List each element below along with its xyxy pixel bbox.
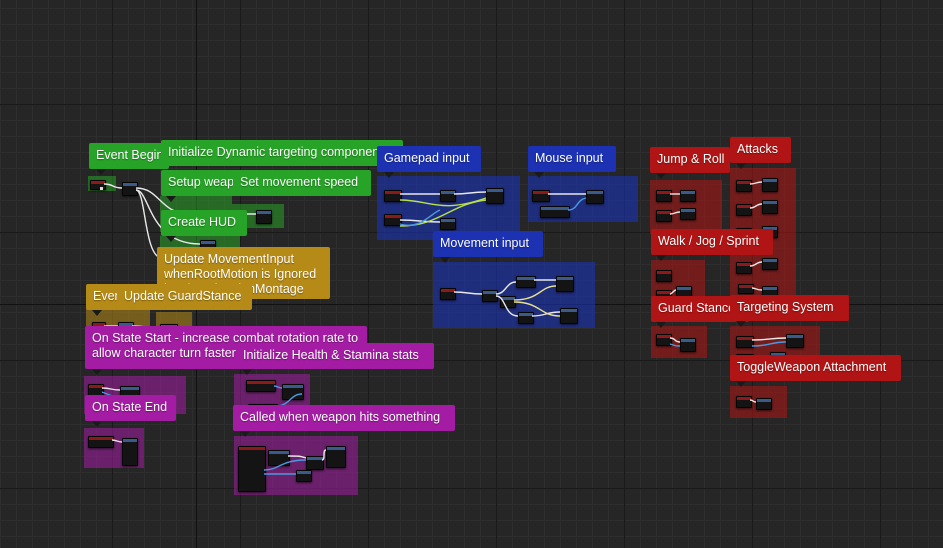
comment-pointer — [440, 257, 450, 263]
comment-pointer — [736, 381, 746, 387]
comment-pointer — [166, 236, 176, 242]
comment-pointer — [92, 421, 102, 427]
comment-title-jump-roll[interactable]: Jump & Roll — [650, 147, 730, 173]
node[interactable] — [326, 446, 346, 468]
comment-title-update-guard-stance[interactable]: Update GuardStance — [117, 284, 252, 310]
node[interactable] — [122, 438, 138, 466]
node[interactable] — [296, 470, 312, 482]
node[interactable] — [532, 190, 550, 202]
comment-title-walk-jog-sprint[interactable]: Walk / Jog / Sprint — [651, 229, 773, 255]
node[interactable] — [738, 284, 754, 294]
comment-title-event-begin-play[interactable]: Event BeginPlay — [89, 143, 188, 169]
comment-title-movement-input[interactable]: Movement input — [433, 231, 543, 257]
comment-pointer — [96, 169, 106, 175]
node[interactable] — [540, 206, 570, 218]
node[interactable] — [440, 288, 456, 300]
node[interactable] — [656, 270, 672, 282]
node[interactable] — [560, 308, 578, 324]
node[interactable] — [736, 204, 752, 216]
node[interactable] — [486, 188, 504, 204]
comment-pointer — [166, 196, 176, 202]
comment-pointer — [656, 173, 666, 179]
node[interactable] — [440, 218, 456, 230]
comment-title-on-state-end[interactable]: On State End — [85, 395, 176, 421]
node[interactable] — [736, 396, 752, 408]
node[interactable] — [282, 384, 304, 400]
node[interactable] — [762, 178, 778, 192]
comment-title-attacks[interactable]: Attacks — [730, 137, 791, 163]
node[interactable] — [680, 208, 696, 220]
comment-pointer — [656, 322, 666, 328]
node[interactable] — [246, 380, 276, 392]
node[interactable] — [268, 450, 290, 466]
node[interactable] — [516, 276, 536, 288]
node[interactable] — [122, 182, 138, 196]
node[interactable] — [306, 456, 324, 470]
node[interactable] — [88, 436, 114, 448]
node[interactable] — [680, 190, 696, 202]
node[interactable] — [556, 276, 574, 292]
comment-title-init-dynamic-targeting[interactable]: Initialize Dynamic targeting component — [161, 140, 403, 166]
node[interactable] — [500, 296, 516, 308]
node[interactable] — [656, 334, 672, 346]
comment-title-set-movement-speed[interactable]: Set movement speed — [233, 170, 371, 196]
comment-title-toggle-weapon-attachment[interactable]: ToggleWeapon Attachment — [730, 355, 901, 381]
comment-title-targeting-system[interactable]: Targeting System — [730, 295, 849, 321]
comment-title-create-hud[interactable]: Create HUD — [161, 210, 247, 236]
node[interactable] — [440, 190, 456, 202]
node[interactable] — [482, 290, 498, 302]
node[interactable] — [384, 190, 402, 202]
comment-box-jump-roll[interactable] — [650, 180, 722, 234]
node[interactable] — [786, 334, 804, 348]
node[interactable] — [762, 258, 778, 270]
comment-pointer — [240, 431, 250, 437]
comment-pointer — [656, 255, 666, 261]
comment-pointer — [92, 369, 102, 375]
comment-pointer — [384, 172, 394, 178]
comment-pointer — [736, 163, 746, 169]
node[interactable] — [736, 180, 752, 192]
node[interactable] — [736, 336, 754, 348]
comment-title-init-health-stamina[interactable]: Initialize Health & Stamina stats — [236, 343, 434, 369]
node[interactable] — [256, 210, 272, 224]
comment-title-gamepad-input[interactable]: Gamepad input — [377, 146, 481, 172]
node[interactable] — [238, 446, 266, 492]
node[interactable] — [656, 190, 672, 202]
node[interactable] — [736, 262, 752, 274]
node[interactable] — [762, 200, 778, 214]
node[interactable] — [756, 398, 772, 410]
comment-title-weapon-hits[interactable]: Called when weapon hits something — [233, 405, 455, 431]
comment-pointer — [92, 310, 102, 316]
node[interactable] — [384, 214, 402, 226]
comment-pointer — [242, 369, 252, 375]
comment-pointer — [736, 321, 746, 327]
comment-title-mouse-input[interactable]: Mouse input — [528, 146, 616, 172]
node[interactable] — [586, 190, 604, 204]
node[interactable] — [656, 210, 672, 222]
node[interactable] — [680, 338, 696, 352]
node[interactable] — [518, 312, 534, 324]
node[interactable] — [90, 180, 106, 190]
comment-pointer — [534, 172, 544, 178]
